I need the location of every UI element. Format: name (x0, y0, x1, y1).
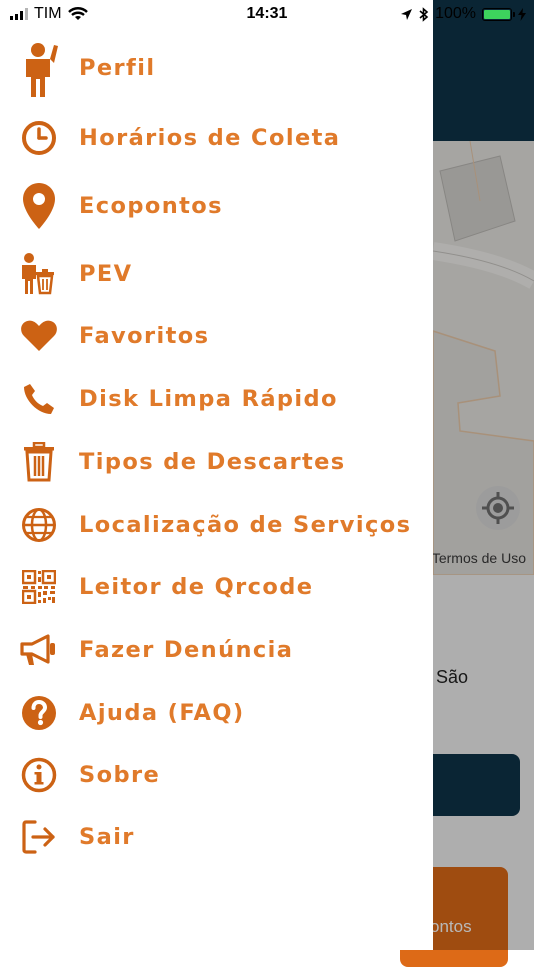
navigation-drawer: Perfil Horários de Coleta Ecopontos PEV … (0, 0, 433, 950)
battery-percent: 100% (435, 5, 476, 22)
menu-label: Tipos de Descartes (79, 449, 346, 475)
megaphone-icon (18, 629, 60, 671)
menu-item-denuncia[interactable]: Fazer Denúncia (0, 622, 433, 678)
menu-item-favoritos[interactable]: Favoritos (0, 308, 433, 364)
menu-item-disk-limpa[interactable]: Disk Limpa Rápido (0, 371, 433, 427)
menu-label: PEV (79, 261, 133, 287)
location-arrow-icon (401, 8, 413, 20)
menu-label: Horários de Coleta (79, 125, 341, 151)
menu-item-perfil[interactable]: Perfil (0, 40, 433, 97)
person-trash-icon (18, 253, 60, 295)
menu-label: Perfil (79, 55, 156, 81)
menu-label: Leitor de Qrcode (79, 574, 314, 600)
person-icon (18, 43, 60, 97)
menu-label: Sair (79, 824, 135, 850)
status-right: 100% (400, 5, 526, 23)
menu-item-sair[interactable]: Sair (0, 809, 433, 865)
menu-item-tipos-descartes[interactable]: Tipos de Descartes (0, 434, 433, 490)
menu-item-ajuda[interactable]: Ajuda (FAQ) (0, 685, 433, 741)
menu-item-qrcode[interactable]: Leitor de Qrcode (0, 559, 433, 615)
info-icon (18, 754, 60, 796)
status-bar: TIM 14:31 100% (0, 0, 534, 30)
sign-out-icon (18, 816, 60, 858)
menu-label: Fazer Denúncia (79, 637, 294, 663)
qrcode-icon (18, 566, 60, 608)
menu-label: Ajuda (FAQ) (79, 700, 245, 726)
menu-item-localizacao[interactable]: Localização de Serviços (0, 497, 433, 553)
drawer-overlay[interactable] (433, 0, 534, 950)
globe-icon (18, 504, 60, 546)
battery-icon (482, 7, 515, 21)
menu-label: Favoritos (79, 323, 210, 349)
menu-label: Sobre (79, 762, 161, 788)
question-icon (18, 692, 60, 734)
heart-icon (18, 315, 60, 357)
menu-item-pev[interactable]: PEV (0, 246, 433, 302)
phone-icon (18, 378, 60, 420)
menu-item-ecopontos[interactable]: Ecopontos (0, 178, 433, 234)
clock-icon (18, 117, 60, 159)
menu-label: Ecopontos (79, 193, 223, 219)
menu-item-sobre[interactable]: Sobre (0, 747, 433, 803)
menu-item-horarios[interactable]: Horários de Coleta (0, 110, 433, 166)
charging-icon (518, 7, 526, 21)
bluetooth-icon (419, 6, 429, 22)
map-pin-icon (18, 183, 60, 229)
menu-label: Disk Limpa Rápido (79, 386, 338, 412)
trash-icon (18, 441, 60, 483)
menu-label: Localização de Serviços (79, 512, 412, 538)
